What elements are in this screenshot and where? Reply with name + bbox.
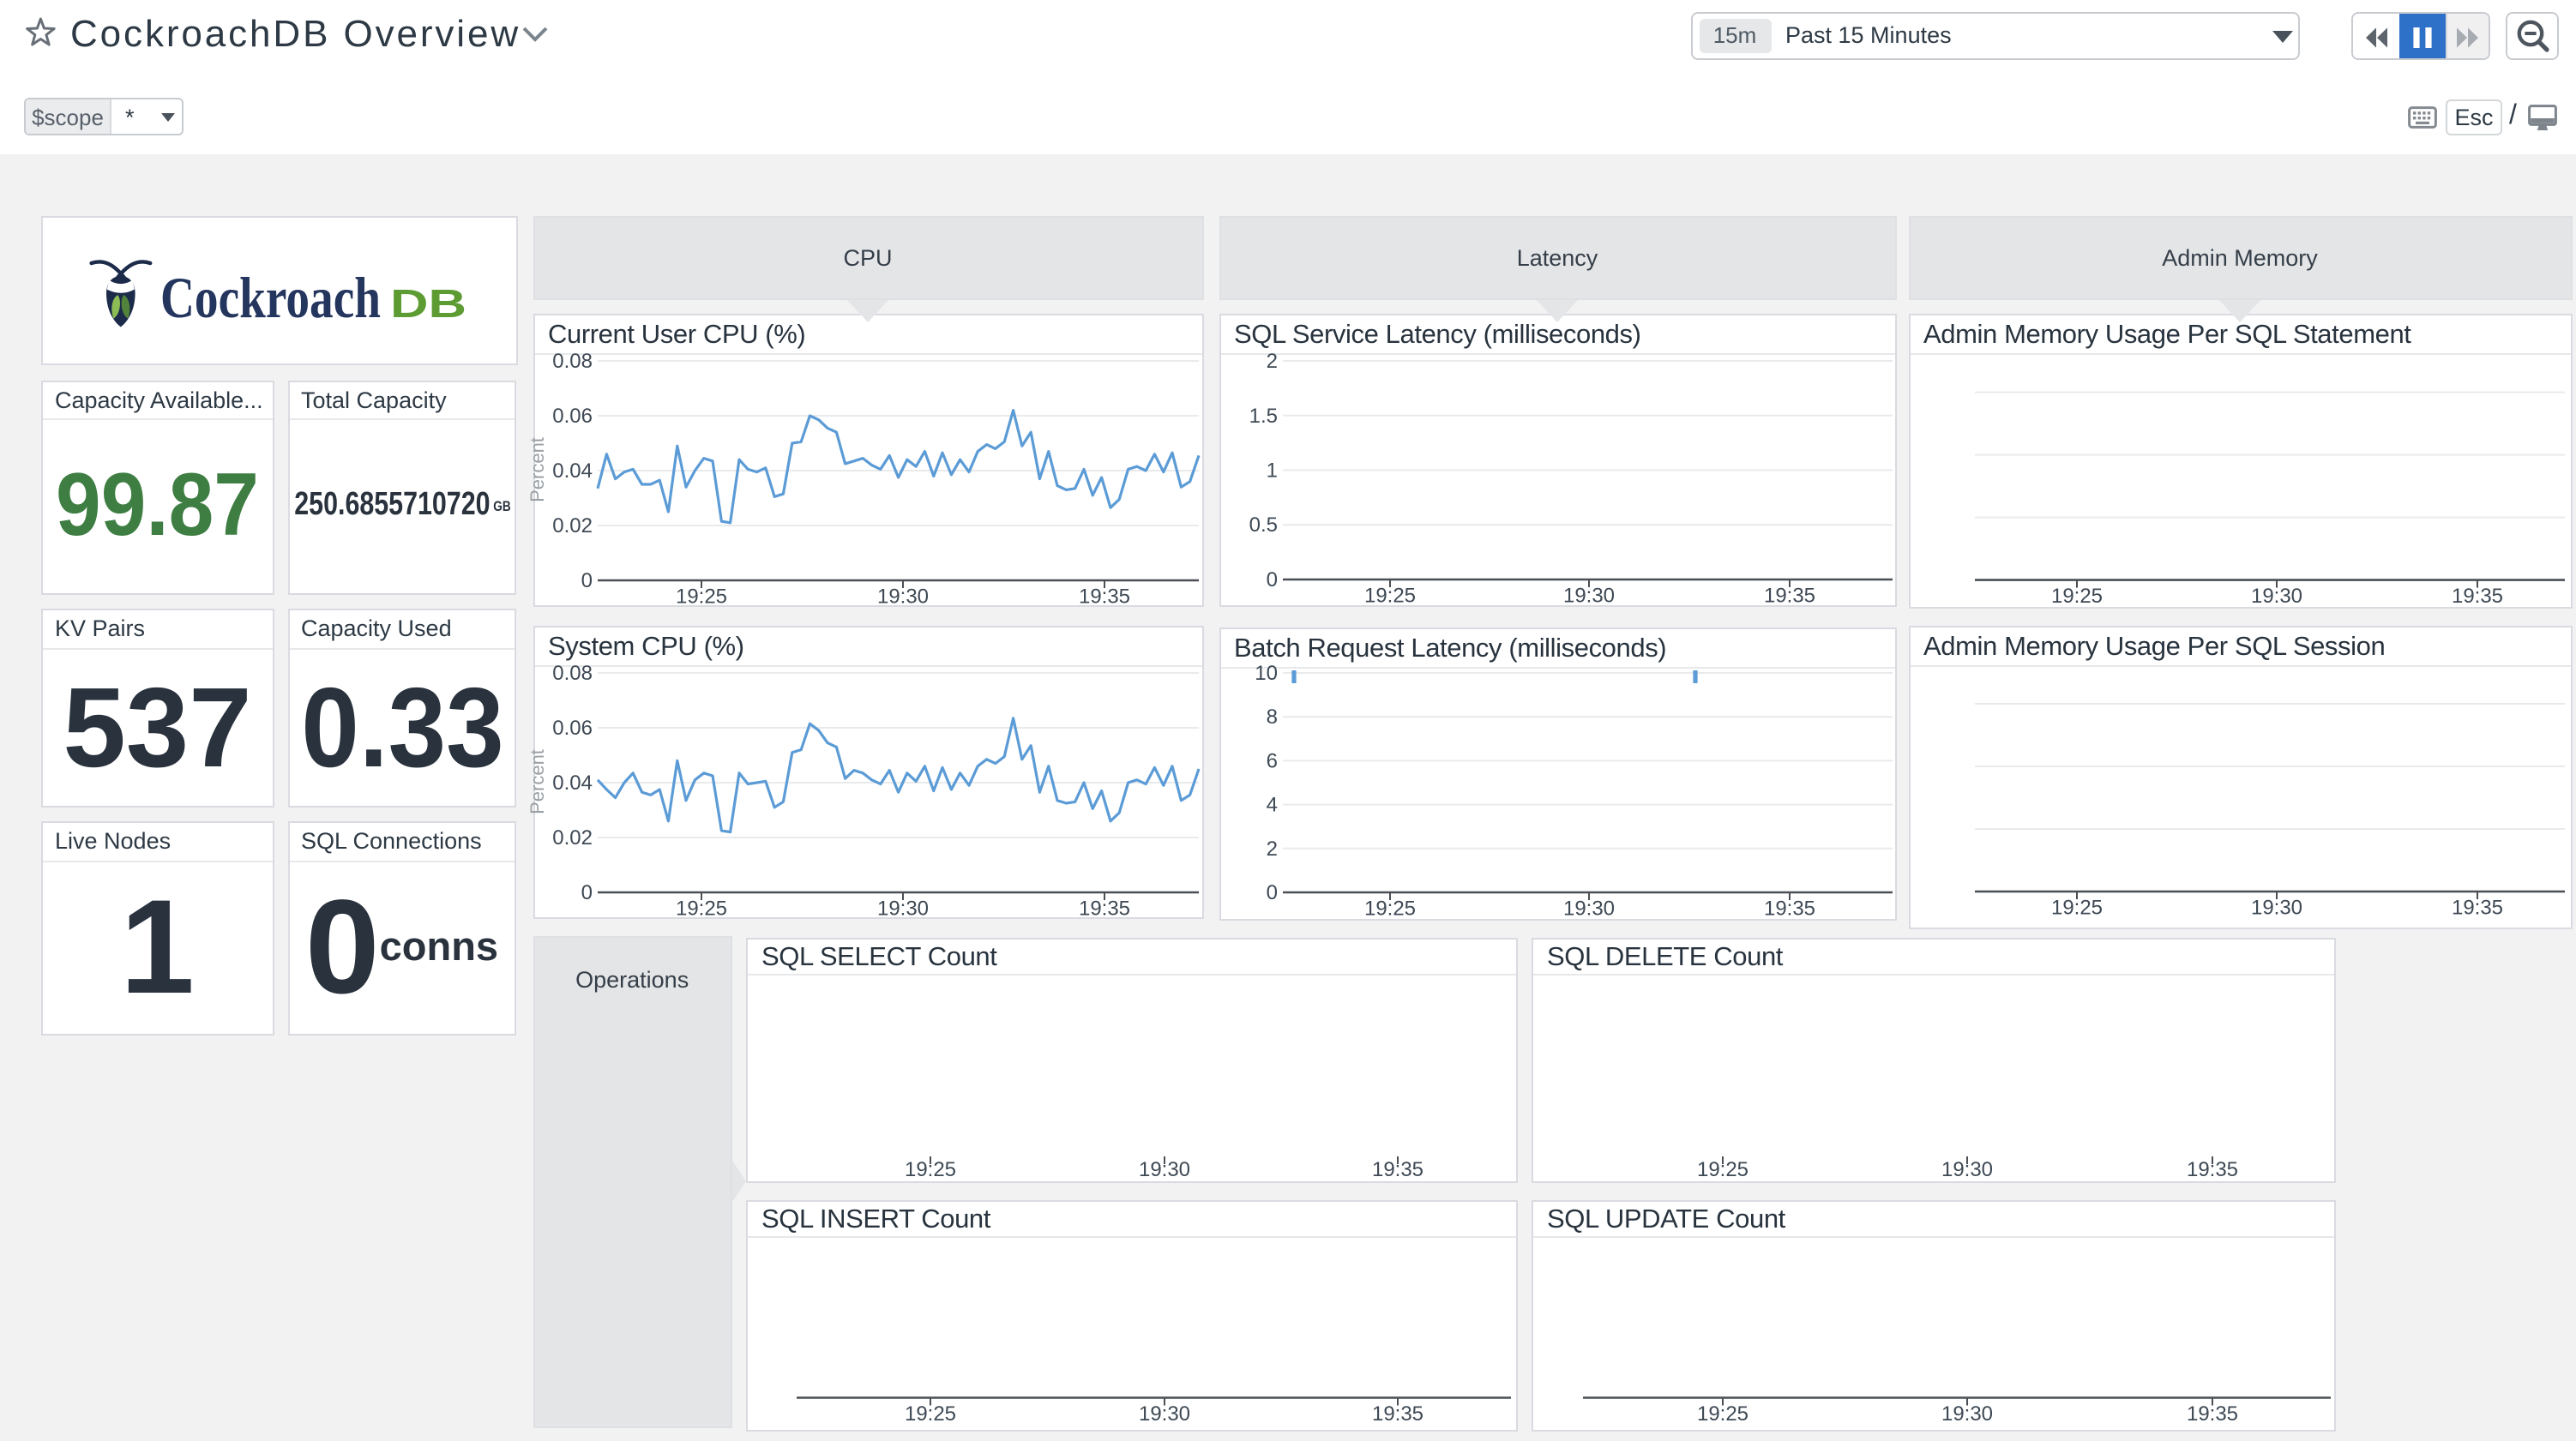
svg-text:8: 8 bbox=[1266, 705, 1277, 728]
svg-text:0.08: 0.08 bbox=[551, 350, 592, 373]
svg-text:19:30: 19:30 bbox=[1139, 1402, 1190, 1426]
svg-text:19:25: 19:25 bbox=[675, 896, 726, 919]
svg-text:Cockroach: Cockroach bbox=[160, 265, 381, 330]
svg-text:19:35: 19:35 bbox=[1078, 896, 1129, 919]
svg-text:0.06: 0.06 bbox=[551, 405, 592, 428]
svg-text:2: 2 bbox=[1266, 837, 1277, 860]
svg-text:0: 0 bbox=[581, 880, 592, 904]
svg-text:19:35: 19:35 bbox=[2451, 585, 2502, 608]
svg-text:19:30: 19:30 bbox=[2250, 585, 2302, 608]
svg-text:19:35: 19:35 bbox=[1763, 896, 1815, 919]
svg-text:Percent: Percent bbox=[526, 437, 547, 502]
svg-text:19:35: 19:35 bbox=[2187, 1402, 2238, 1426]
svg-text:19:25: 19:25 bbox=[1363, 896, 1415, 919]
svg-text:0.02: 0.02 bbox=[551, 826, 592, 849]
svg-text:19:25: 19:25 bbox=[1363, 584, 1415, 607]
svg-text:0.08: 0.08 bbox=[551, 661, 592, 684]
svg-text:6: 6 bbox=[1266, 748, 1277, 772]
svg-text:DB: DB bbox=[390, 281, 466, 326]
svg-text:0.02: 0.02 bbox=[551, 514, 592, 537]
svg-text:19:25: 19:25 bbox=[905, 1157, 956, 1180]
svg-text:0: 0 bbox=[581, 569, 592, 592]
svg-text:1: 1 bbox=[1266, 459, 1277, 482]
svg-text:19:30: 19:30 bbox=[876, 896, 928, 919]
svg-text:19:30: 19:30 bbox=[1941, 1157, 1993, 1180]
svg-text:19:25: 19:25 bbox=[675, 585, 726, 608]
svg-text:4: 4 bbox=[1266, 793, 1277, 816]
svg-text:19:35: 19:35 bbox=[1372, 1402, 1423, 1426]
svg-text:0.04: 0.04 bbox=[551, 771, 592, 794]
svg-text:0.04: 0.04 bbox=[551, 459, 592, 483]
svg-text:19:35: 19:35 bbox=[1372, 1157, 1423, 1180]
svg-text:0.5: 0.5 bbox=[1249, 513, 1277, 537]
svg-text:19:25: 19:25 bbox=[1697, 1157, 1748, 1180]
svg-text:19:25: 19:25 bbox=[2050, 585, 2102, 608]
svg-text:19:25: 19:25 bbox=[1697, 1402, 1748, 1426]
svg-text:19:30: 19:30 bbox=[1562, 896, 1614, 919]
svg-text:19:35: 19:35 bbox=[1078, 585, 1129, 608]
svg-text:Percent: Percent bbox=[526, 748, 547, 814]
svg-text:10: 10 bbox=[1254, 661, 1277, 684]
svg-text:0.06: 0.06 bbox=[551, 716, 592, 739]
svg-text:19:35: 19:35 bbox=[2451, 895, 2502, 918]
svg-text:19:35: 19:35 bbox=[1763, 584, 1815, 607]
svg-text:19:30: 19:30 bbox=[1562, 584, 1614, 607]
svg-text:2: 2 bbox=[1266, 350, 1277, 373]
svg-text:1.5: 1.5 bbox=[1249, 405, 1277, 428]
svg-text:19:25: 19:25 bbox=[2050, 895, 2102, 918]
svg-text:0: 0 bbox=[1266, 568, 1277, 591]
svg-text:19:30: 19:30 bbox=[1139, 1157, 1190, 1180]
svg-text:19:30: 19:30 bbox=[2250, 895, 2302, 918]
svg-text:19:35: 19:35 bbox=[2187, 1157, 2238, 1180]
svg-text:19:30: 19:30 bbox=[876, 585, 928, 608]
svg-text:19:25: 19:25 bbox=[905, 1402, 956, 1426]
svg-text:0: 0 bbox=[1266, 880, 1277, 904]
svg-text:19:30: 19:30 bbox=[1941, 1402, 1993, 1426]
